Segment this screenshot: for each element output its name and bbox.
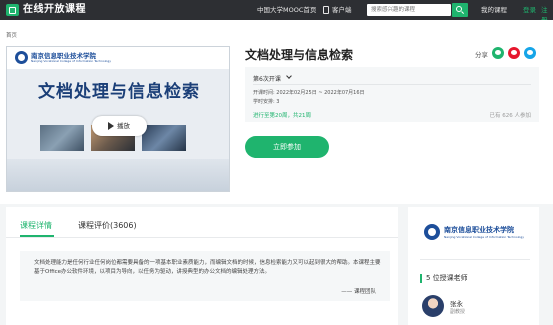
- sidebar-school-name[interactable]: 南京信息职业技术学院: [444, 225, 514, 235]
- teachers-heading: 5 位授课老师: [426, 274, 468, 282]
- cover-photo: [40, 125, 84, 151]
- chevron-down-icon[interactable]: [286, 73, 292, 79]
- course-title: 文档处理与信息检索: [245, 48, 354, 62]
- course-hero: 首页 南京信息职业技术学院 Nanjing Vocational College…: [0, 20, 553, 204]
- play-button[interactable]: 播放: [92, 116, 147, 136]
- cover-photo: [142, 125, 186, 151]
- logo-mark-icon: [6, 3, 19, 16]
- share-label: 分享: [475, 51, 488, 59]
- tab-course-details[interactable]: 课程详情: [20, 221, 52, 231]
- school-emblem-icon: [424, 224, 440, 240]
- weibo-share-icon[interactable]: [508, 47, 520, 59]
- login-link[interactable]: 登录: [523, 5, 536, 15]
- phone-icon: [323, 6, 329, 14]
- cover-header: 南京信息职业技术学院 Nanjing Vocational College of…: [7, 47, 229, 69]
- divider: [6, 237, 398, 238]
- site-logo[interactable]: 在线开放课程: [6, 3, 86, 16]
- open-time: 开课时间: 2022年02月25日 ~ 2022年07月16日: [253, 90, 365, 96]
- course-cover-video[interactable]: 南京信息职业技术学院 Nanjing Vocational College of…: [6, 46, 230, 192]
- study-load: 学时安排: 3: [253, 99, 280, 105]
- course-description: 文档处理能力是任何行业任何岗位都需要具备的一项基本职业素质能力，而编辑文档的时候…: [20, 251, 390, 301]
- heading-accent-bar: [420, 274, 422, 283]
- course-progress: 进行至第20周，共21周: [253, 113, 311, 119]
- client-link[interactable]: 客户端: [332, 5, 352, 15]
- teacher-title: 副教授: [450, 309, 466, 315]
- divider: [253, 84, 531, 85]
- my-courses-link[interactable]: 我的课程: [481, 5, 507, 15]
- teacher-name[interactable]: 张永: [450, 298, 463, 308]
- play-label: 播放: [117, 122, 130, 130]
- teacher-avatar[interactable]: [422, 295, 444, 317]
- cover-school-sub: Nanjing Vocational College of Informatio…: [31, 59, 112, 63]
- wechat-share-icon[interactable]: [492, 47, 504, 59]
- qq-share-icon[interactable]: [524, 47, 536, 59]
- description-signature: —— 课程团队: [341, 289, 376, 295]
- top-navbar: 在线开放课程 中国大学MOOC首页 客户端 我的课程 登录 注册: [0, 0, 553, 24]
- cover-title: 文档处理与信息检索: [38, 82, 200, 102]
- play-icon: [108, 122, 114, 130]
- divider: [420, 259, 530, 260]
- logo-text: 在线开放课程: [23, 4, 86, 15]
- enrolled-count: 已有 626 人参加: [489, 113, 532, 119]
- search-input[interactable]: [367, 4, 451, 16]
- course-detail-card: 课程详情 课程评价(3606) 文档处理能力是任何行业任何岗位都需要具备的一项基…: [6, 207, 398, 325]
- search-button[interactable]: [452, 3, 468, 17]
- course-info-box: 第6次开课 开课时间: 2022年02月25日 ~ 2022年07月16日 学时…: [245, 67, 539, 122]
- tab-course-reviews[interactable]: 课程评价(3606): [78, 221, 137, 231]
- mooc-home-link[interactable]: 中国大学MOOC首页: [257, 5, 316, 15]
- school-emblem-icon: [15, 51, 28, 64]
- school-sidebar-card: 南京信息职业技术学院 Nanjing Vocational College of…: [408, 207, 539, 325]
- sidebar-school-sub: Nanjing Vocational College of Informatio…: [444, 235, 525, 239]
- description-text: 文档处理能力是任何行业任何岗位都需要具备的一项基本职业素质能力，而编辑文档的时候…: [34, 260, 381, 275]
- term-selector[interactable]: 第6次开课: [253, 74, 281, 83]
- join-button[interactable]: 立即参加: [245, 136, 329, 158]
- cover-band: [7, 159, 229, 191]
- breadcrumb[interactable]: 首页: [6, 31, 17, 39]
